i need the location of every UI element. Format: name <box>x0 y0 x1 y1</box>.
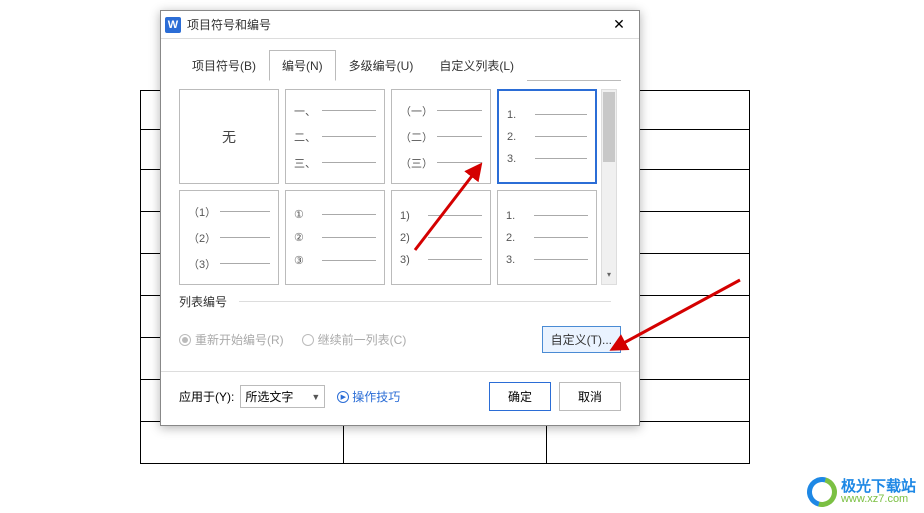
scrollbar-thumb[interactable] <box>603 92 615 162</box>
style-chinese-paren[interactable]: （一） （二） （三） <box>391 89 491 184</box>
style-scrollbar[interactable]: ▾ <box>601 89 617 285</box>
style-arabic-dot[interactable]: 1. 2. 3. <box>497 89 597 184</box>
apply-to-select[interactable]: 所选文字 ▼ <box>240 385 325 408</box>
watermark-name: 极光下载站 <box>841 479 916 494</box>
watermark-logo-icon <box>807 477 837 507</box>
scroll-down-icon[interactable]: ▾ <box>602 270 616 284</box>
cancel-button[interactable]: 取消 <box>559 382 621 411</box>
tab-numbers[interactable]: 编号(N) <box>269 50 336 81</box>
watermark-url: www.xz7.com <box>841 494 916 505</box>
play-icon: ▶ <box>337 391 349 403</box>
customize-button[interactable]: 自定义(T)... <box>542 326 621 353</box>
titlebar: W 项目符号和编号 ✕ <box>161 11 639 39</box>
bottom-bar: 应用于(Y): 所选文字 ▼ ▶ 操作技巧 确定 取消 <box>161 372 639 425</box>
chevron-down-icon: ▼ <box>311 392 320 402</box>
tab-multilevel[interactable]: 多级编号(U) <box>336 50 427 81</box>
dialog-title: 项目符号和编号 <box>187 16 271 33</box>
watermark: 极光下载站 www.xz7.com <box>807 477 916 507</box>
style-chinese-dot[interactable]: 一、 二、 三、 <box>285 89 385 184</box>
style-arabic-paren[interactable]: （1） （2） （3） <box>179 190 279 285</box>
radio-restart-numbering[interactable]: 重新开始编号(R) <box>179 331 284 348</box>
style-none[interactable]: 无 <box>179 89 279 184</box>
apply-to-label: 应用于(Y): <box>179 388 234 405</box>
radio-icon <box>179 334 191 346</box>
app-icon: W <box>165 17 181 33</box>
number-style-grid: 无 一、 二、 三、 （一） （二） （三） 1. 2. 3. （1） （2） … <box>161 81 639 289</box>
style-arabic-closeparen[interactable]: 1) 2) 3) <box>391 190 491 285</box>
style-arabic-dot-alt[interactable]: 1. 2. 3. <box>497 190 597 285</box>
style-circled[interactable]: ① ② ③ <box>285 190 385 285</box>
tab-customlist[interactable]: 自定义列表(L) <box>426 50 527 81</box>
help-link[interactable]: ▶ 操作技巧 <box>337 388 400 405</box>
list-number-radios: 重新开始编号(R) 继续前一列表(C) 自定义(T)... <box>161 312 639 367</box>
bullets-numbering-dialog: W 项目符号和编号 ✕ 项目符号(B) 编号(N) 多级编号(U) 自定义列表(… <box>160 10 640 426</box>
list-number-section-label: 列表编号 <box>161 289 639 312</box>
radio-continue-previous[interactable]: 继续前一列表(C) <box>302 331 407 348</box>
radio-icon <box>302 334 314 346</box>
tabs: 项目符号(B) 编号(N) 多级编号(U) 自定义列表(L) <box>161 39 639 80</box>
tab-bullets[interactable]: 项目符号(B) <box>179 50 269 81</box>
close-button[interactable]: ✕ <box>599 11 639 39</box>
ok-button[interactable]: 确定 <box>489 382 551 411</box>
